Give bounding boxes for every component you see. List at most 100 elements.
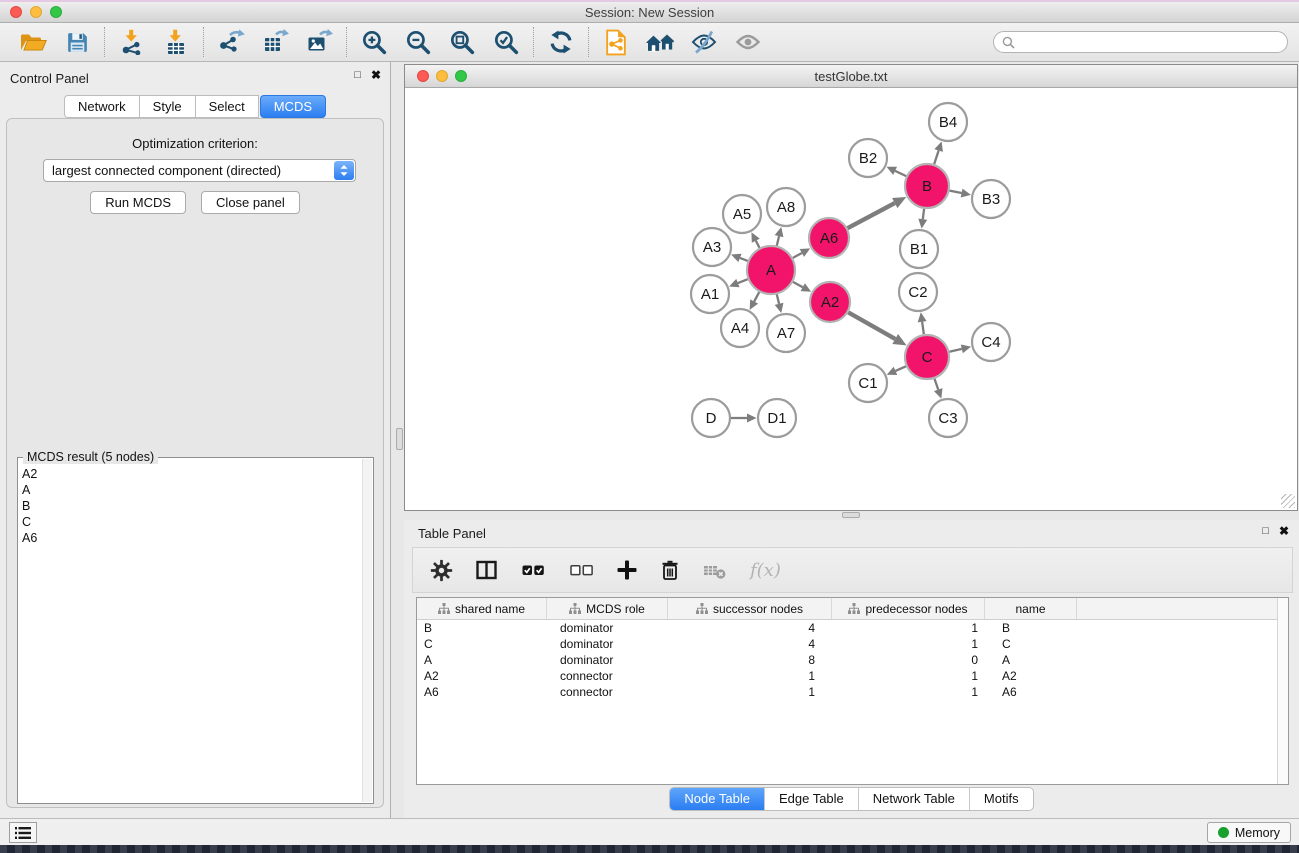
cell-shared-name[interactable]: A2 bbox=[417, 669, 547, 683]
mcds-result-list[interactable]: A2ABCA6 bbox=[22, 466, 359, 800]
graph-node-B2[interactable]: B2 bbox=[849, 139, 887, 177]
graph-edge-A-A3[interactable] bbox=[731, 254, 748, 262]
cell-predecessor-nodes[interactable]: 1 bbox=[832, 685, 985, 699]
table-settings-button[interactable] bbox=[430, 559, 453, 582]
split-panel-button[interactable] bbox=[474, 559, 499, 581]
mcds-result-item[interactable]: A2 bbox=[22, 466, 359, 482]
close-panel-icon[interactable]: ✖ bbox=[371, 68, 381, 82]
deselect-all-button[interactable] bbox=[568, 559, 595, 581]
network-view-window[interactable]: testGlobe.txt B4B2BB3A5A8A6A3AB1A1C2A2A4… bbox=[404, 64, 1298, 511]
cell-predecessor-nodes[interactable]: 1 bbox=[832, 637, 985, 651]
mcds-result-item[interactable]: A bbox=[22, 482, 359, 498]
table-row-B[interactable]: Bdominator41B bbox=[417, 620, 1288, 636]
show-all-button[interactable] bbox=[732, 26, 764, 58]
column-header-name[interactable]: name bbox=[985, 598, 1077, 619]
graph-node-A[interactable]: A bbox=[747, 246, 795, 294]
graph-node-B1[interactable]: B1 bbox=[900, 230, 938, 268]
delete-row-button[interactable] bbox=[659, 559, 681, 581]
graph-node-A7[interactable]: A7 bbox=[767, 314, 805, 352]
float-panel-icon[interactable]: □ bbox=[354, 69, 361, 81]
cell-MCDS-role[interactable]: dominator bbox=[547, 637, 668, 651]
select-all-button[interactable] bbox=[520, 559, 547, 581]
import-table-button[interactable] bbox=[160, 26, 192, 58]
tab-network[interactable]: Network bbox=[64, 95, 140, 118]
tab-node-table[interactable]: Node Table bbox=[670, 788, 764, 810]
cell-predecessor-nodes[interactable]: 0 bbox=[832, 653, 985, 667]
graph-edge-B-B3[interactable] bbox=[950, 189, 971, 198]
graph-node-B3[interactable]: B3 bbox=[972, 180, 1010, 218]
cell-name[interactable]: A6 bbox=[985, 685, 1077, 699]
cell-successor-nodes[interactable]: 4 bbox=[668, 637, 832, 651]
graph-edge-C-C4[interactable] bbox=[949, 344, 971, 353]
cell-predecessor-nodes[interactable]: 1 bbox=[832, 621, 985, 635]
mcds-result-item[interactable]: B bbox=[22, 498, 359, 514]
cell-MCDS-role[interactable]: dominator bbox=[547, 621, 668, 635]
add-row-button[interactable] bbox=[616, 559, 638, 581]
run-mcds-button[interactable]: Run MCDS bbox=[90, 191, 186, 214]
graph-edge-A-A8[interactable] bbox=[775, 227, 784, 246]
close-table-panel-icon[interactable]: ✖ bbox=[1279, 524, 1289, 538]
mcds-result-item[interactable]: A6 bbox=[22, 530, 359, 546]
memory-button[interactable]: Memory bbox=[1207, 822, 1291, 843]
delete-table-button[interactable] bbox=[702, 559, 728, 581]
table-row-A6[interactable]: A6connector11A6 bbox=[417, 684, 1288, 700]
graph-edge-B-B1[interactable] bbox=[918, 209, 927, 229]
table-row-A[interactable]: Adominator80A bbox=[417, 652, 1288, 668]
graph-edge-A-A1[interactable] bbox=[729, 279, 748, 287]
graph-node-A1[interactable]: A1 bbox=[691, 275, 729, 313]
cell-successor-nodes[interactable]: 1 bbox=[668, 685, 832, 699]
network-graph-canvas[interactable]: B4B2BB3A5A8A6A3AB1A1C2A2A4A7C4CC1C3DD1 bbox=[405, 87, 1296, 510]
cell-name[interactable]: B bbox=[985, 621, 1077, 635]
table-row-C[interactable]: Cdominator41C bbox=[417, 636, 1288, 652]
tab-motifs[interactable]: Motifs bbox=[969, 788, 1033, 810]
tab-mcds[interactable]: MCDS bbox=[260, 95, 326, 118]
search-input[interactable] bbox=[1020, 32, 1287, 52]
minimize-network-window-button[interactable] bbox=[436, 70, 448, 82]
result-scrollbar[interactable] bbox=[362, 459, 372, 802]
cell-MCDS-role[interactable]: connector bbox=[547, 685, 668, 699]
graph-node-C3[interactable]: C3 bbox=[929, 399, 967, 437]
tab-select[interactable]: Select bbox=[196, 95, 259, 118]
graph-edge-A-A6[interactable] bbox=[793, 248, 810, 258]
cell-name[interactable]: A bbox=[985, 653, 1077, 667]
function-builder-button[interactable]: f(x) bbox=[749, 558, 785, 582]
close-window-button[interactable] bbox=[10, 6, 22, 18]
close-panel-button[interactable]: Close panel bbox=[201, 191, 300, 214]
table-scrollbar[interactable] bbox=[1277, 598, 1288, 784]
graph-node-C4[interactable]: C4 bbox=[972, 323, 1010, 361]
export-table-button[interactable] bbox=[259, 26, 291, 58]
vertical-splitter-handle[interactable] bbox=[396, 428, 403, 450]
optimization-criterion-select[interactable]: largest connected component (directed) bbox=[43, 159, 356, 182]
open-session-button[interactable] bbox=[17, 26, 49, 58]
tab-network-table[interactable]: Network Table bbox=[858, 788, 969, 810]
graph-edge-A-A7[interactable] bbox=[775, 294, 784, 313]
graph-node-A6[interactable]: A6 bbox=[809, 218, 849, 258]
graph-edge-D-D1[interactable] bbox=[731, 414, 757, 423]
graph-node-A8[interactable]: A8 bbox=[767, 188, 805, 226]
export-image-button[interactable] bbox=[303, 26, 335, 58]
mcds-result-item[interactable]: C bbox=[22, 514, 359, 530]
graph-edge-A-A5[interactable] bbox=[751, 232, 759, 248]
graph-edge-A-A2[interactable] bbox=[793, 282, 811, 292]
graph-edge-C-C3[interactable] bbox=[934, 379, 943, 399]
graph-node-D[interactable]: D bbox=[692, 399, 730, 437]
graph-node-A5[interactable]: A5 bbox=[723, 195, 761, 233]
cell-name[interactable]: A2 bbox=[985, 669, 1077, 683]
tab-edge-table[interactable]: Edge Table bbox=[764, 788, 858, 810]
zoom-in-button[interactable] bbox=[358, 26, 390, 58]
float-table-panel-icon[interactable]: □ bbox=[1262, 525, 1269, 537]
home-button[interactable] bbox=[644, 26, 676, 58]
save-session-button[interactable] bbox=[61, 26, 93, 58]
graph-node-B4[interactable]: B4 bbox=[929, 103, 967, 141]
cell-shared-name[interactable]: C bbox=[417, 637, 547, 651]
cell-successor-nodes[interactable]: 1 bbox=[668, 669, 832, 683]
graph-node-A3[interactable]: A3 bbox=[693, 228, 731, 266]
column-header-shared-name[interactable]: shared name bbox=[417, 598, 547, 619]
graph-node-C2[interactable]: C2 bbox=[899, 273, 937, 311]
import-network-button[interactable] bbox=[116, 26, 148, 58]
graph-node-C[interactable]: C bbox=[905, 335, 949, 379]
zoom-fit-button[interactable] bbox=[446, 26, 478, 58]
task-history-button[interactable] bbox=[9, 822, 37, 843]
search-field[interactable] bbox=[993, 31, 1288, 53]
horizontal-splitter-handle[interactable] bbox=[842, 512, 860, 518]
